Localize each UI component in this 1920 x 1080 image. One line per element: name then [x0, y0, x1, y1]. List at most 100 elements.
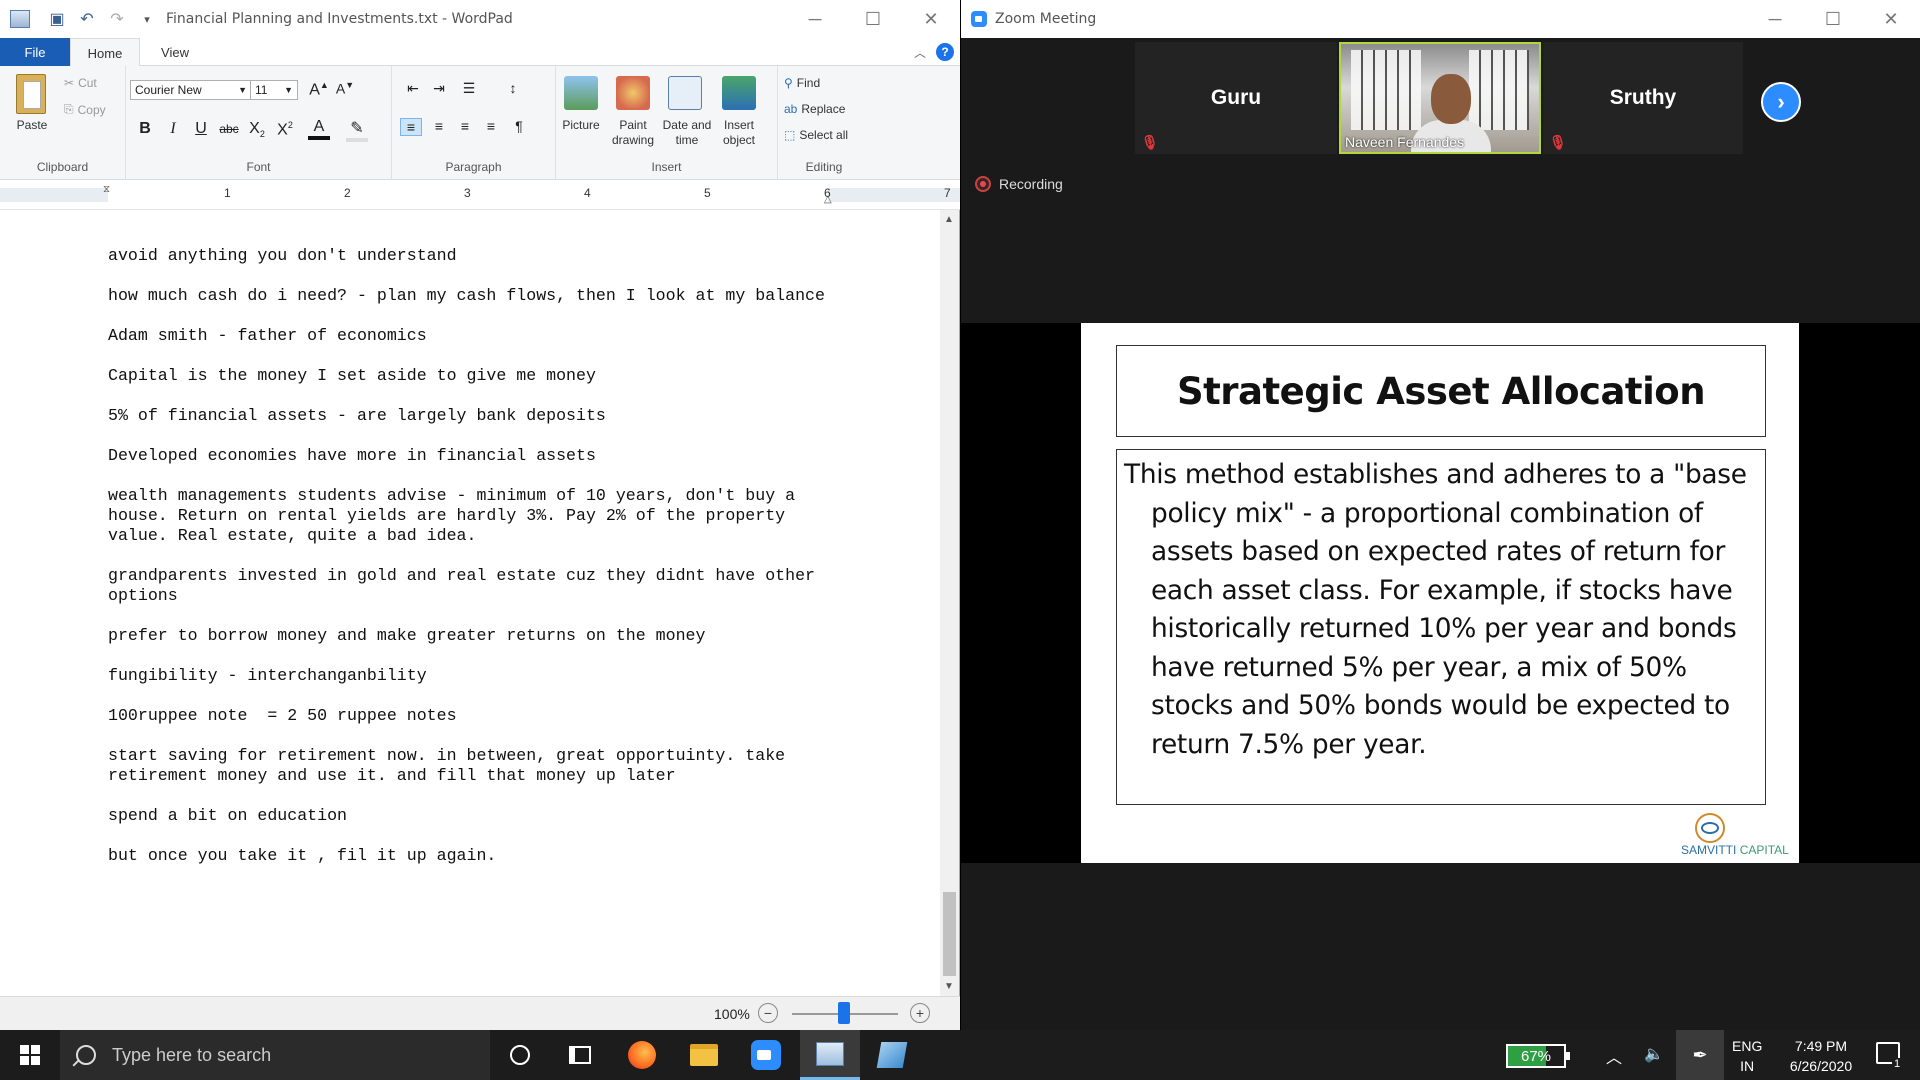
- tab-home[interactable]: Home: [70, 38, 140, 67]
- font-color-icon[interactable]: A: [308, 118, 330, 140]
- zoom-slider-thumb[interactable]: [838, 1002, 850, 1024]
- bullets-icon[interactable]: ☰: [458, 80, 480, 97]
- paste-icon[interactable]: [16, 74, 46, 114]
- maximize-button[interactable]: ☐: [1804, 0, 1862, 38]
- document-text[interactable]: avoid anything you don't understand how m…: [108, 246, 828, 886]
- select-all-button[interactable]: ⬚ Select all: [784, 128, 848, 142]
- show-hidden-icons-icon[interactable]: ︿: [1606, 1044, 1622, 1068]
- document-paragraph[interactable]: Capital is the money I set aside to give…: [108, 366, 828, 386]
- document-paragraph[interactable]: 100ruppee note = 2 50 ruppee notes: [108, 706, 828, 726]
- zoom-taskbar-button[interactable]: [736, 1030, 796, 1080]
- document-paragraph[interactable]: how much cash do i need? - plan my cash …: [108, 286, 828, 306]
- italic-icon[interactable]: I: [162, 120, 184, 138]
- start-button[interactable]: [0, 1030, 60, 1080]
- replace-button[interactable]: ab Replace: [784, 102, 845, 116]
- next-participants-button[interactable]: ›: [1761, 82, 1801, 122]
- document-area[interactable]: avoid anything you don't understand how m…: [0, 210, 940, 996]
- minimize-button[interactable]: ─: [786, 0, 844, 38]
- document-paragraph[interactable]: Adam smith - father of economics: [108, 326, 828, 346]
- document-paragraph[interactable]: 5% of financial assets - are largely ban…: [108, 406, 828, 426]
- zoom-in-button[interactable]: +: [910, 1003, 930, 1023]
- grow-font-icon[interactable]: A▲: [308, 80, 330, 99]
- redo-icon[interactable]: ↷: [106, 9, 128, 29]
- document-paragraph[interactable]: fungibility - interchanganbility: [108, 666, 828, 686]
- zoom-out-button[interactable]: −: [758, 1003, 778, 1023]
- vertical-scrollbar[interactable]: ▲ ▼: [940, 210, 959, 996]
- find-button[interactable]: ⚲ Find: [784, 76, 820, 90]
- notepad-taskbar-button[interactable]: [862, 1030, 922, 1080]
- desktop: ▣ ↶ ↷ ▾ Financial Planning and Investmen…: [0, 0, 1920, 1080]
- participant-video-naveen[interactable]: Naveen Fernandes: [1339, 42, 1541, 154]
- align-right-icon[interactable]: ≡: [454, 118, 476, 134]
- undo-icon[interactable]: ↶: [76, 9, 98, 29]
- scroll-down-icon[interactable]: ▼: [944, 981, 954, 992]
- bold-icon[interactable]: B: [134, 120, 156, 138]
- underline-icon[interactable]: U: [190, 120, 212, 138]
- document-paragraph[interactable]: grandparents invested in gold and real e…: [108, 566, 828, 606]
- align-center-icon[interactable]: ≡: [428, 118, 450, 134]
- insert-object-icon[interactable]: [722, 76, 756, 110]
- document-paragraph[interactable]: prefer to borrow money and make greater …: [108, 626, 828, 646]
- strikethrough-icon[interactable]: abc: [218, 122, 240, 136]
- document-paragraph[interactable]: start saving for retirement now. in betw…: [108, 746, 828, 786]
- indent-marker-icon[interactable]: ⧖: [103, 184, 110, 195]
- picture-icon[interactable]: [564, 76, 598, 110]
- scroll-up-icon[interactable]: ▲: [944, 214, 954, 225]
- align-left-icon[interactable]: ≡: [400, 118, 422, 136]
- minimize-button[interactable]: ─: [1746, 0, 1804, 38]
- decrease-indent-icon[interactable]: ⇤: [402, 80, 424, 97]
- close-button[interactable]: ✕: [1862, 0, 1920, 38]
- superscript-icon[interactable]: X2: [274, 120, 296, 139]
- line-spacing-icon[interactable]: ↕: [502, 80, 524, 96]
- font-family-select[interactable]: Courier New ▼: [130, 80, 252, 100]
- date-time-button[interactable]: Date and time: [660, 118, 714, 148]
- collapse-ribbon-icon[interactable]: ︿: [914, 44, 926, 61]
- battery-indicator[interactable]: 67%: [1506, 1044, 1570, 1068]
- cut-button[interactable]: ✂ Cut: [64, 76, 97, 90]
- cortana-button[interactable]: [490, 1030, 550, 1080]
- task-view-button[interactable]: [550, 1030, 610, 1080]
- document-paragraph[interactable]: spend a bit on education: [108, 806, 828, 826]
- wordpad-taskbar-button[interactable]: [800, 1030, 860, 1080]
- highlight-icon[interactable]: ✎: [346, 118, 368, 142]
- copy-button[interactable]: ⎘ Copy: [64, 102, 106, 117]
- right-indent-marker-icon[interactable]: △: [824, 194, 832, 205]
- customize-qat-icon[interactable]: ▾: [136, 13, 158, 26]
- taskbar-search[interactable]: Type here to search: [60, 1030, 490, 1080]
- volume-icon[interactable]: 🔈: [1644, 1044, 1664, 1064]
- help-icon[interactable]: ?: [936, 43, 954, 61]
- paste-button[interactable]: Paste: [10, 118, 54, 133]
- scroll-thumb[interactable]: [943, 892, 956, 976]
- paragraph-settings-icon[interactable]: ¶: [508, 118, 530, 134]
- file-explorer-button[interactable]: [674, 1030, 734, 1080]
- participant-tile-sruthy[interactable]: Sruthy 🎙: [1543, 42, 1743, 154]
- insert-object-button[interactable]: Insert object: [716, 118, 762, 148]
- document-paragraph[interactable]: Developed economies have more in financi…: [108, 446, 828, 466]
- wordpad-app-icon[interactable]: [10, 10, 30, 28]
- recording-indicator[interactable]: Recording: [975, 176, 1063, 192]
- save-icon[interactable]: ▣: [46, 9, 68, 29]
- ruler[interactable]: 1 2 3 4 5 6 7 ⧖ △: [0, 180, 960, 210]
- input-language[interactable]: ENG IN: [1732, 1036, 1762, 1076]
- close-button[interactable]: ✕: [902, 0, 960, 38]
- paint-drawing-icon[interactable]: [616, 76, 650, 110]
- clock[interactable]: 7:49 PM 6/26/2020: [1776, 1036, 1866, 1076]
- firefox-button[interactable]: [612, 1030, 672, 1080]
- font-size-select[interactable]: 11 ▼: [250, 80, 298, 100]
- tab-view[interactable]: View: [150, 38, 200, 66]
- picture-button[interactable]: Picture: [556, 118, 606, 133]
- paint-drawing-button[interactable]: Paint drawing: [608, 118, 658, 148]
- shrink-font-icon[interactable]: A▼: [334, 80, 356, 97]
- participant-tile-guru[interactable]: Guru 🎙: [1135, 42, 1337, 154]
- chevron-down-icon: ▼: [238, 85, 247, 95]
- tab-file[interactable]: File: [0, 38, 70, 66]
- justify-icon[interactable]: ≡: [480, 118, 502, 134]
- increase-indent-icon[interactable]: ⇥: [428, 80, 450, 97]
- document-paragraph[interactable]: wealth managements students advise - min…: [108, 486, 828, 546]
- document-paragraph[interactable]: avoid anything you don't understand: [108, 246, 828, 266]
- calendar-icon[interactable]: [668, 76, 702, 110]
- pen-workspace-button[interactable]: ✒: [1676, 1030, 1724, 1080]
- subscript-icon[interactable]: X2: [246, 120, 268, 139]
- maximize-button[interactable]: ☐: [844, 0, 902, 38]
- document-paragraph[interactable]: but once you take it , fil it up again.: [108, 846, 828, 866]
